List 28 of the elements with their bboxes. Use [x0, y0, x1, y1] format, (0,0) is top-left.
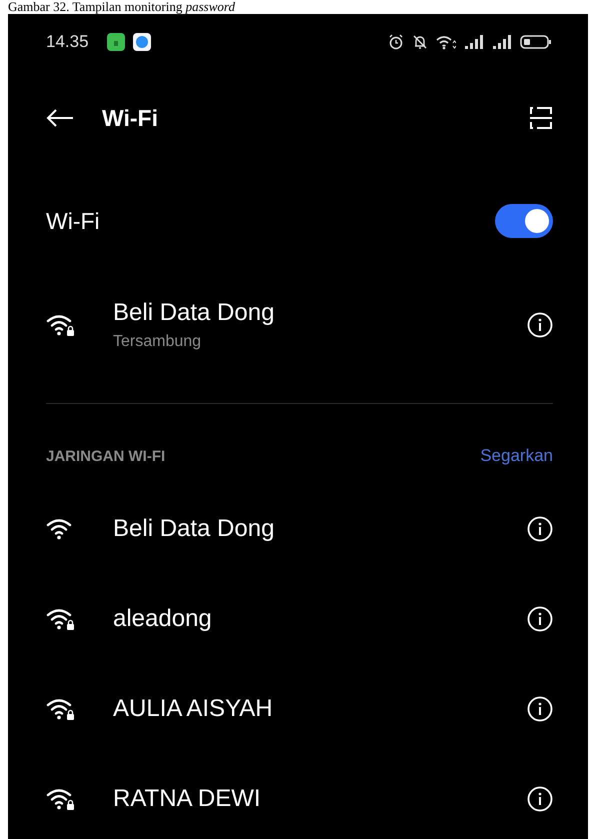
network-name[interactable]: Beli Data Dong [113, 299, 527, 327]
refresh-link[interactable]: Segarkan [480, 446, 553, 466]
alarm-icon [388, 34, 404, 50]
status-time: 14.35 [46, 32, 89, 52]
network-name[interactable]: aleadong [113, 605, 527, 633]
scan-icon[interactable] [529, 106, 553, 130]
network-name[interactable]: RATNA DEWI [113, 785, 527, 813]
muted-bell-icon [412, 34, 428, 50]
wifi-label: Wi-Fi [46, 208, 101, 234]
info-icon[interactable] [527, 696, 553, 722]
connection-status: Tersambung [113, 333, 202, 351]
app-icon [106, 33, 125, 51]
network-name[interactable]: Beli Data Dong [113, 515, 527, 543]
back-arrow-icon[interactable] [46, 108, 74, 128]
signal-icon [464, 34, 484, 50]
battery-icon [520, 34, 552, 50]
app-icon [132, 33, 151, 51]
page-title: Wi-Fi [102, 104, 159, 132]
info-icon[interactable] [527, 312, 553, 338]
wifi-switch[interactable] [495, 204, 553, 238]
figure-caption: Gambar 32. Tampilan monitoring password [7, 0, 236, 14]
wifi-status-icon [436, 34, 456, 50]
section-header: JARINGAN WI-FI [46, 448, 166, 464]
signal-icon [492, 34, 512, 50]
info-icon[interactable] [527, 786, 553, 812]
info-icon[interactable] [527, 516, 553, 542]
network-name[interactable]: AULIA AISYAH [113, 695, 527, 723]
info-icon[interactable] [527, 606, 553, 632]
